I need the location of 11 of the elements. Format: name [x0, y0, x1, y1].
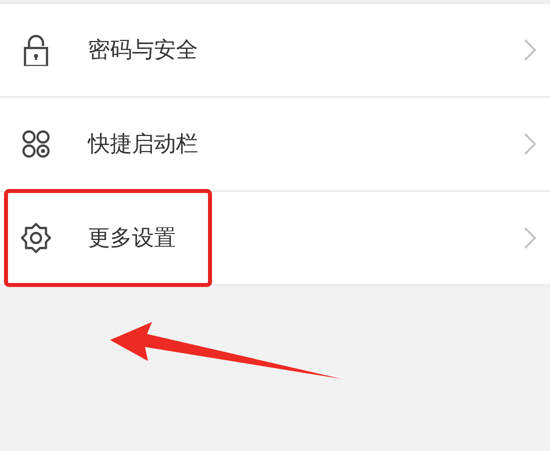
chevron-icon — [524, 227, 536, 249]
row-label: 更多设置 — [88, 225, 177, 253]
grid-icon — [20, 128, 52, 160]
row-label: 密码与安全 — [88, 37, 199, 65]
settings-icon — [20, 222, 52, 254]
settings-row[interactable]: 快捷启动栏 — [0, 98, 550, 192]
chevron-icon — [524, 39, 536, 61]
settings-row[interactable]: 更多设置 — [0, 192, 550, 286]
row-label: 快捷启动栏 — [88, 131, 199, 159]
settings-row[interactable]: 密码与安全 — [0, 4, 550, 98]
chevron-icon — [524, 133, 536, 155]
